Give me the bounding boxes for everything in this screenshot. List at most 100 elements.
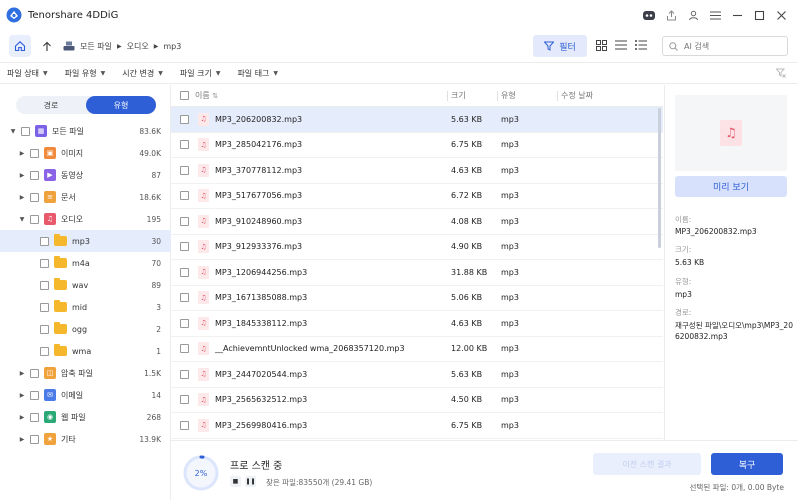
tree-item[interactable]: ogg 2 [0,318,171,340]
table-row[interactable]: ♫ MP3_912933376.mp3 4.90 KB mp3 [171,235,663,260]
chevron-right-icon[interactable]: ▶ [18,370,26,377]
checkbox[interactable] [40,280,49,290]
column-header-type[interactable]: 유형 [501,90,516,101]
table-row[interactable]: ♫ MP3_910248960.mp3 4.08 KB mp3 [171,209,663,235]
checkbox[interactable] [30,214,39,224]
row-checkbox[interactable] [180,114,189,124]
table-row[interactable]: ♫ MP3_370778112.mp3 4.63 KB mp3 [171,158,663,184]
account-icon[interactable] [682,4,704,26]
tree-item[interactable]: ▶ ▣ 이미지 49.0K [0,142,171,164]
row-checkbox[interactable] [180,242,189,252]
column-divider[interactable] [447,91,448,101]
checkbox[interactable] [30,148,39,158]
tree-item[interactable]: ▶ ✉ 이메일 14 [0,384,171,406]
chevron-down-icon[interactable]: ▼ [18,216,26,223]
tree-item[interactable]: ▼ ▦ 모든 파일 83.6K [0,120,171,142]
up-arrow-button[interactable] [39,38,55,54]
column-divider[interactable] [497,91,498,101]
table-row[interactable]: ♫ MP3_1671385088.mp3 5.06 KB mp3 [171,286,663,311]
pause-icon[interactable]: ❚❚ [245,476,256,487]
grid-view-icon[interactable] [594,38,608,52]
chevron-down-icon[interactable]: ▼ [9,128,17,135]
row-checkbox[interactable] [180,420,189,430]
detail-view-icon[interactable] [634,38,648,52]
checkbox[interactable] [30,368,39,378]
select-all-checkbox[interactable] [180,91,189,100]
breadcrumb-item[interactable]: mp3 [163,42,181,51]
breadcrumb-item[interactable]: 모든 파일 [80,41,112,52]
row-checkbox[interactable] [180,165,189,175]
tree-item[interactable]: mid 3 [0,296,171,318]
chip-file-size[interactable]: 파일 크기 ▼ [180,68,221,79]
row-checkbox[interactable] [180,318,189,328]
row-checkbox[interactable] [180,140,189,150]
home-button[interactable] [9,35,31,57]
tree-item[interactable]: wav 89 [0,274,171,296]
table-row[interactable]: ♫ MP3_2565632512.mp3 4.50 KB mp3 [171,388,663,413]
search-box[interactable] [662,36,788,56]
table-row[interactable]: ♫ MP3_285042176.mp3 6.75 KB mp3 [171,133,663,158]
row-checkbox[interactable] [180,216,189,226]
checkbox[interactable] [30,412,39,422]
menu-icon[interactable] [704,4,726,26]
row-checkbox[interactable] [180,191,189,201]
tab-path[interactable]: 경로 [16,96,86,114]
tree-item[interactable]: ▶ ◉ 웹 파일 268 [0,406,171,428]
previous-scan-results-button[interactable]: 이전 스캔 결과 [593,453,701,475]
checkbox[interactable] [40,258,49,268]
table-row[interactable]: ♫ MP3_2447020544.mp3 5.63 KB mp3 [171,362,663,388]
table-row[interactable]: ♫ MP3_1845338112.mp3 4.63 KB mp3 [171,311,663,337]
stop-icon[interactable]: ■ [230,476,241,487]
tree-item[interactable]: ▶ ≡ 문서 18.6K [0,186,171,208]
tree-item[interactable]: ▶ ▶ 동영상 87 [0,164,171,186]
checkbox[interactable] [40,346,49,356]
clear-filter-icon[interactable] [775,68,786,81]
tree-item[interactable]: mp3 30 [0,230,171,252]
assistant-robot-icon[interactable] [638,4,660,26]
column-header-name[interactable]: 이름 ⇅ [195,90,218,101]
column-header-size[interactable]: 크기 [451,90,466,101]
tree-item[interactable]: m4a 70 [0,252,171,274]
column-header-date[interactable]: 수정 날짜 [561,90,593,101]
filter-button[interactable]: 필터 [533,35,587,57]
minimize-icon[interactable] [726,4,748,26]
row-checkbox[interactable] [180,369,189,379]
table-row[interactable]: ♫ __AchievemntUnlocked wma_2068357120.mp3… [171,337,663,362]
chevron-right-icon[interactable]: ▶ [18,150,26,157]
tree-item[interactable]: ▶ ◫ 압축 파일 1.5K [0,362,171,384]
checkbox[interactable] [30,192,39,202]
list-view-icon[interactable] [614,38,628,52]
chip-time-modified[interactable]: 시간 변경 ▼ [122,68,163,79]
chip-file-type[interactable]: 파일 유형 ▼ [65,68,106,79]
row-checkbox[interactable] [180,395,189,405]
checkbox[interactable] [30,390,39,400]
checkbox[interactable] [21,126,30,136]
table-row[interactable]: ♫ MP3_517677056.mp3 6.72 KB mp3 [171,184,663,209]
table-row[interactable]: ♫ MP3_1206944256.mp3 31.88 KB mp3 [171,260,663,286]
chevron-right-icon[interactable]: ▶ [18,392,26,399]
checkbox[interactable] [40,236,49,246]
row-checkbox[interactable] [180,293,189,303]
chevron-right-icon[interactable]: ▶ [18,172,26,179]
chevron-right-icon[interactable]: ▶ [18,436,26,443]
recover-button[interactable]: 복구 [711,453,783,475]
tab-type[interactable]: 유형 [86,96,156,114]
maximize-icon[interactable] [748,4,770,26]
share-icon[interactable] [660,4,682,26]
row-checkbox[interactable] [180,344,189,354]
close-icon[interactable] [770,4,792,26]
search-input[interactable] [684,41,774,51]
row-checkbox[interactable] [180,267,189,277]
checkbox[interactable] [30,170,39,180]
preview-button[interactable]: 미리 보기 [675,176,787,197]
list-scrollbar[interactable] [658,108,661,248]
table-row[interactable]: ♫ MP3_206200832.mp3 5.63 KB mp3 [171,107,663,133]
chevron-right-icon[interactable]: ▶ [18,414,26,421]
table-row[interactable]: ♫ MP3_2569980416.mp3 6.75 KB mp3 [171,413,663,439]
checkbox[interactable] [40,324,49,334]
chevron-right-icon[interactable]: ▶ [18,194,26,201]
breadcrumb-item[interactable]: 오디오 [127,41,149,52]
column-divider[interactable] [557,91,558,101]
chip-file-status[interactable]: 파일 상태 ▼ [7,68,48,79]
tree-item[interactable]: ▼ ♫ 오디오 195 [0,208,171,230]
